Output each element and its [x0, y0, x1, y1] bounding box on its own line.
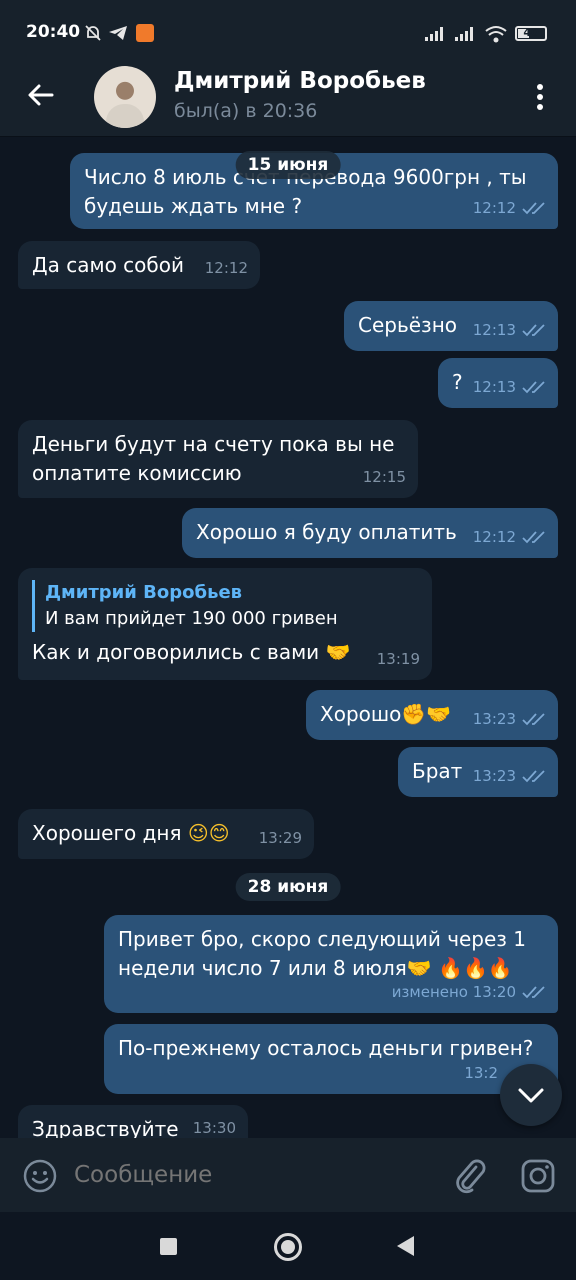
battery-level: 40 — [523, 26, 539, 39]
message-outgoing[interactable]: По-прежнему осталось деньги гривен? 13:2 — [104, 1024, 558, 1094]
message-text: Хорошо я буду оплатить — [196, 520, 457, 544]
message-time: 13:19 — [376, 650, 420, 668]
message-text: Здравствуйте — [32, 1117, 179, 1138]
mute-bell-icon — [85, 25, 101, 41]
message-incoming[interactable]: Здравствуйте 13:30 — [18, 1105, 248, 1138]
message-text: Хорошо — [320, 702, 402, 726]
message-text: Серьёзно — [358, 313, 458, 337]
back-arrow-icon[interactable] — [24, 78, 58, 112]
home-icon[interactable] — [274, 1233, 302, 1261]
message-time: 12:15 — [362, 468, 406, 486]
system-navigation-bar — [0, 1212, 576, 1280]
message-outgoing[interactable]: Серьёзно 12:13 — [344, 301, 558, 351]
message-time: 13:23 — [472, 767, 516, 785]
emoji-icon[interactable] — [22, 1158, 58, 1194]
message-text: Да само собой — [32, 253, 184, 277]
instagram-camera-icon[interactable] — [520, 1158, 556, 1194]
recent-apps-icon[interactable] — [160, 1238, 177, 1255]
message-outgoing[interactable]: Привет бро, скоро следующий через 1 неде… — [104, 915, 558, 1013]
message-time: 12:13 — [472, 321, 516, 339]
message-time: 12:13 — [472, 378, 516, 396]
message-text: Хорошего дня — [32, 821, 182, 845]
telegram-icon — [109, 26, 127, 40]
scroll-down-button[interactable] — [500, 1064, 562, 1126]
more-menu-icon[interactable] — [530, 82, 550, 112]
message-time: 13:23 — [472, 710, 516, 728]
back-triangle-icon[interactable] — [397, 1236, 414, 1256]
message-text: Деньги будут на счету пока вы не оплатит… — [32, 432, 395, 485]
avatar[interactable] — [94, 66, 156, 128]
double-check-icon — [522, 713, 545, 726]
message-time: 13:20 — [472, 983, 516, 1001]
date-separator: 15 июня — [235, 151, 341, 179]
message-list[interactable]: Число 8 июль счёт перевода 9600грн , ты … — [0, 137, 576, 1138]
message-time: 12:12 — [472, 528, 516, 546]
handshake-emoji: 🤝 — [325, 640, 351, 664]
double-check-icon — [522, 986, 545, 999]
message-outgoing[interactable]: ? 12:13 — [438, 358, 558, 408]
message-incoming[interactable]: Дмитрий Воробьев И вам прийдет 190 000 г… — [18, 568, 432, 680]
reply-quote[interactable]: Дмитрий Воробьев И вам прийдет 190 000 г… — [32, 580, 418, 632]
message-time: 13:2 — [464, 1064, 498, 1082]
status-time: 20:40 — [26, 22, 81, 42]
double-check-icon — [522, 531, 545, 544]
chat-header: Дмитрий Воробьев был(а) в 20:36 — [0, 62, 576, 137]
message-incoming[interactable]: Да само собой 12:12 — [18, 241, 260, 289]
message-time: 13:29 — [258, 829, 302, 847]
message-incoming[interactable]: Хорошего дня 😉😊 13:29 — [18, 809, 314, 859]
message-composer — [0, 1138, 576, 1212]
message-text: По-прежнему осталось деньги гривен? — [118, 1036, 534, 1060]
wifi-icon — [485, 26, 507, 43]
message-time: 12:12 — [472, 199, 516, 217]
contact-name[interactable]: Дмитрий Воробьев — [174, 68, 426, 94]
smile-emoji: 😉😊 — [187, 821, 230, 845]
message-time: 13:30 — [192, 1119, 236, 1137]
reply-text: И вам прийдет 190 000 гривен — [45, 608, 338, 629]
double-check-icon — [522, 202, 545, 215]
message-outgoing[interactable]: Брат 13:23 — [398, 747, 558, 797]
chevron-down-icon — [518, 1088, 544, 1103]
last-seen-status: был(а) в 20:36 — [174, 100, 318, 122]
message-text: Брат — [412, 759, 463, 783]
app-notification-icon — [136, 24, 154, 42]
message-outgoing[interactable]: Хорошо я буду оплатить 12:12 — [182, 508, 558, 558]
message-incoming[interactable]: Деньги будут на счету пока вы не оплатит… — [18, 420, 418, 498]
message-text: ? — [452, 370, 463, 394]
message-outgoing[interactable]: Хорошо✊🤝 13:23 — [306, 690, 558, 740]
date-separator: 28 июня — [235, 873, 341, 901]
double-check-icon — [522, 770, 545, 783]
paperclip-icon[interactable] — [452, 1157, 488, 1195]
signal-icon — [455, 27, 473, 41]
signal-icon — [425, 27, 443, 41]
battery-icon: 40 — [515, 26, 547, 41]
double-check-icon — [522, 324, 545, 337]
message-text: Как и договорились с вами — [32, 640, 320, 664]
message-time: 12:12 — [204, 259, 248, 277]
message-input[interactable] — [74, 1162, 434, 1188]
double-check-icon — [522, 381, 545, 394]
status-bar: 20:40 40 — [0, 0, 576, 62]
reply-author: Дмитрий Воробьев — [45, 582, 243, 603]
fist-handshake-emoji: ✊🤝 — [401, 702, 452, 726]
edited-label: изменено — [391, 983, 468, 1001]
